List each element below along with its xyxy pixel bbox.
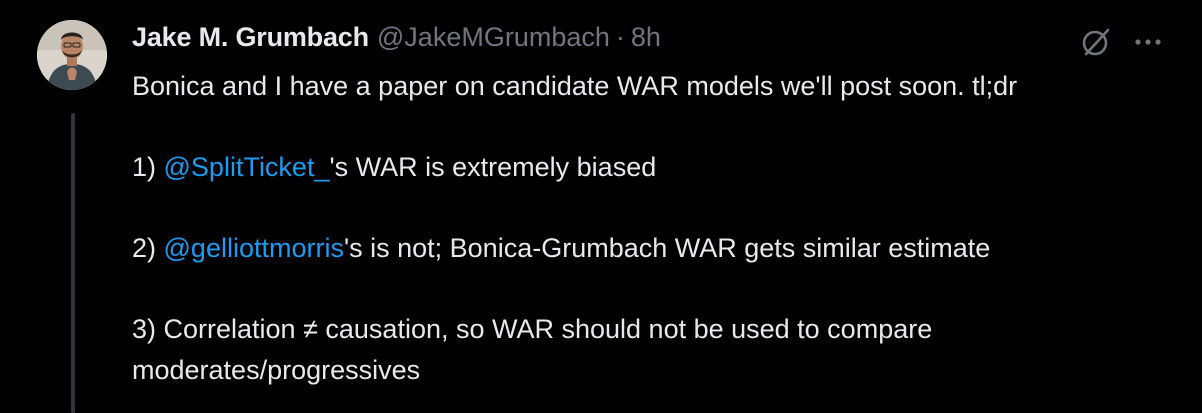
separator-dot: ·: [615, 22, 625, 52]
tweet-header: Jake M. Grumbach @JakeMGrumbach · 8h: [132, 22, 661, 62]
author-name[interactable]: Jake M. Grumbach: [132, 22, 369, 53]
point-1-prefix: 1): [132, 152, 164, 182]
point-2-prefix: 2): [132, 233, 164, 263]
point-3-line-1: 3) Correlation ≠ causation, so WAR shoul…: [132, 314, 933, 344]
point-1: 1) @SplitTicket_'s WAR is extremely bias…: [132, 147, 1172, 188]
thread-line: [71, 113, 75, 413]
mention-gelliottmorris[interactable]: @gelliottmorris: [164, 233, 344, 263]
tweet[interactable]: Jake M. Grumbach @JakeMGrumbach · 8h Bon…: [0, 0, 1202, 413]
timestamp[interactable]: 8h: [631, 22, 661, 53]
point-1-text: 's WAR is extremely biased: [329, 152, 657, 182]
point-2-text: 's is not; Bonica-Grumbach WAR gets simi…: [343, 233, 991, 263]
avatar-image: [37, 20, 107, 90]
grok-icon[interactable]: [1080, 26, 1112, 58]
author-handle[interactable]: @JakeMGrumbach: [377, 22, 610, 53]
point-3-line-2: moderates/progressives: [132, 354, 421, 385]
point-2: 2) @gelliottmorris's is not; Bonica-Grum…: [132, 228, 1172, 269]
intro-line: Bonica and I have a paper on candidate W…: [132, 71, 1018, 101]
tweet-text: Bonica and I have a paper on candidate W…: [132, 66, 1172, 390]
mention-splitticket[interactable]: @SplitTicket_: [164, 152, 330, 182]
avatar[interactable]: [37, 20, 107, 90]
more-options-icon[interactable]: [1128, 26, 1168, 58]
